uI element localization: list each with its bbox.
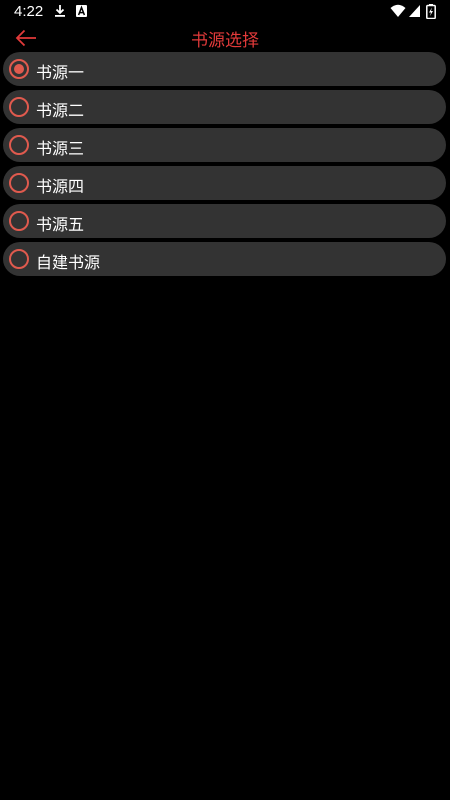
signal-icon (409, 5, 420, 17)
wifi-icon (390, 4, 406, 17)
source-option-custom[interactable]: 自建书源 (3, 242, 446, 276)
battery-charging-icon (426, 4, 436, 19)
source-option-label: 书源二 (36, 101, 85, 120)
radio-unselected-icon[interactable] (9, 173, 29, 193)
radio-unselected-icon[interactable] (9, 135, 29, 155)
radio-unselected-icon[interactable] (9, 211, 29, 231)
source-option-list: 书源一 书源二 书源三 书源四 书源五 自建书源 (3, 52, 446, 280)
source-option-2[interactable]: 书源二 (3, 90, 446, 124)
status-time: 4:22 (14, 3, 44, 20)
source-option-label: 书源四 (36, 177, 85, 196)
radio-selected-icon[interactable] (9, 59, 29, 79)
source-option-4[interactable]: 书源四 (3, 166, 446, 200)
source-option-label: 书源一 (36, 63, 85, 82)
radio-unselected-icon[interactable] (9, 97, 29, 117)
status-bar: 4:22 (0, 0, 450, 24)
source-option-label: 自建书源 (36, 253, 101, 272)
source-option-label: 书源三 (36, 139, 85, 158)
a-box-icon (76, 5, 87, 17)
source-option-1[interactable]: 书源一 (3, 52, 446, 86)
source-option-3[interactable]: 书源三 (3, 128, 446, 162)
radio-dot (14, 64, 24, 74)
page-title: 书源选择 (191, 31, 259, 51)
download-icon (55, 5, 65, 17)
source-option-5[interactable]: 书源五 (3, 204, 446, 238)
source-option-label: 书源五 (36, 215, 85, 234)
radio-unselected-icon[interactable] (9, 249, 29, 269)
app-bar: 书源选择 (0, 24, 450, 52)
